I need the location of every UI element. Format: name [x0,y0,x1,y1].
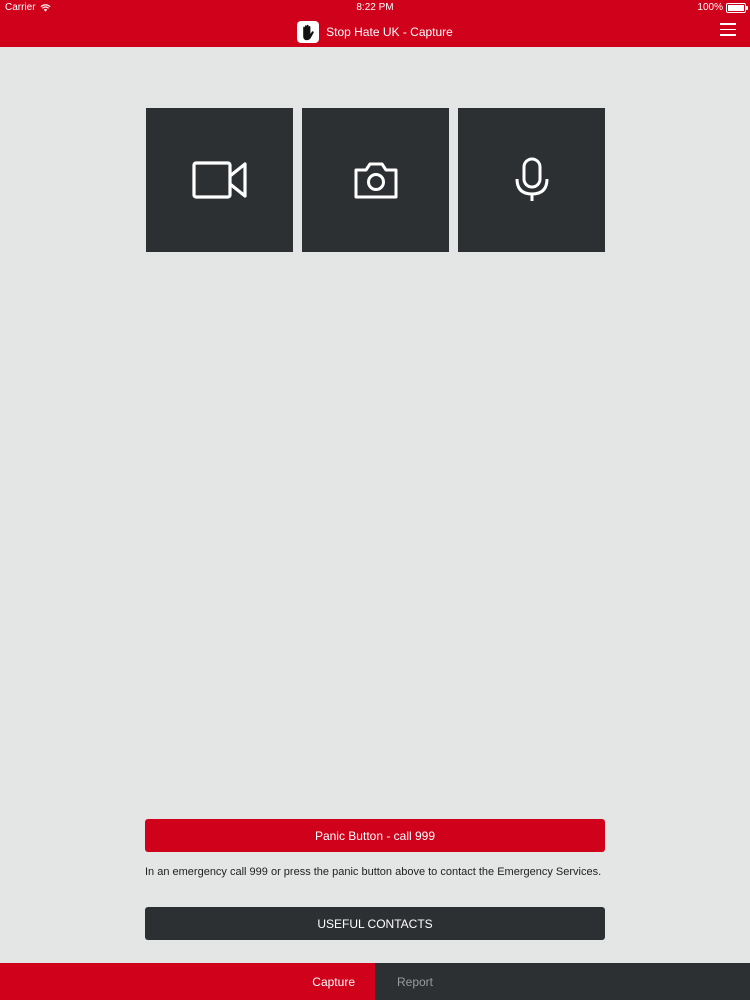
take-photo-button[interactable] [302,108,449,252]
menu-button[interactable] [720,23,736,37]
panic-button-label: Panic Button - call 999 [314,828,436,843]
useful-contacts-label: USEFUL CONTACTS [317,916,433,931]
battery-info: 100% [697,2,748,13]
battery-fill [728,4,744,11]
emergency-help-text: In an emergency call 999 or press the pa… [145,866,602,878]
hamburger-menu-icon [720,23,736,36]
video-camera-icon [191,161,247,199]
carrier-info: Carrier [5,2,51,13]
tab-report[interactable]: Report [375,963,750,1000]
nav-title-group: Stop Hate UK - Capture [0,20,750,44]
record-audio-button[interactable] [458,108,605,252]
useful-contacts-button[interactable]: USEFUL CONTACTS [145,907,605,940]
battery-icon [726,2,748,13]
tab-bar: Capture Report [0,963,750,1000]
tab-report-label: Report [396,974,434,989]
tab-capture-label: Capture [312,974,355,989]
carrier-label: Carrier [5,2,36,13]
hand-icon [303,24,314,40]
nav-bar: Stop Hate UK - Capture [0,16,750,47]
wifi-icon [40,3,51,11]
microphone-icon [515,157,548,201]
camera-icon [354,162,397,199]
tab-capture[interactable]: Capture [0,963,375,1000]
capture-options [146,108,605,252]
record-video-button[interactable] [146,108,293,252]
battery-percent: 100% [697,2,723,13]
status-time: 8:22 PM [356,2,394,13]
app-logo [297,21,320,43]
page-title: Stop Hate UK - Capture [326,25,453,39]
status-bar: Carrier 8:22 PM 100% [0,0,750,16]
panic-button[interactable]: Panic Button - call 999 [145,819,605,852]
